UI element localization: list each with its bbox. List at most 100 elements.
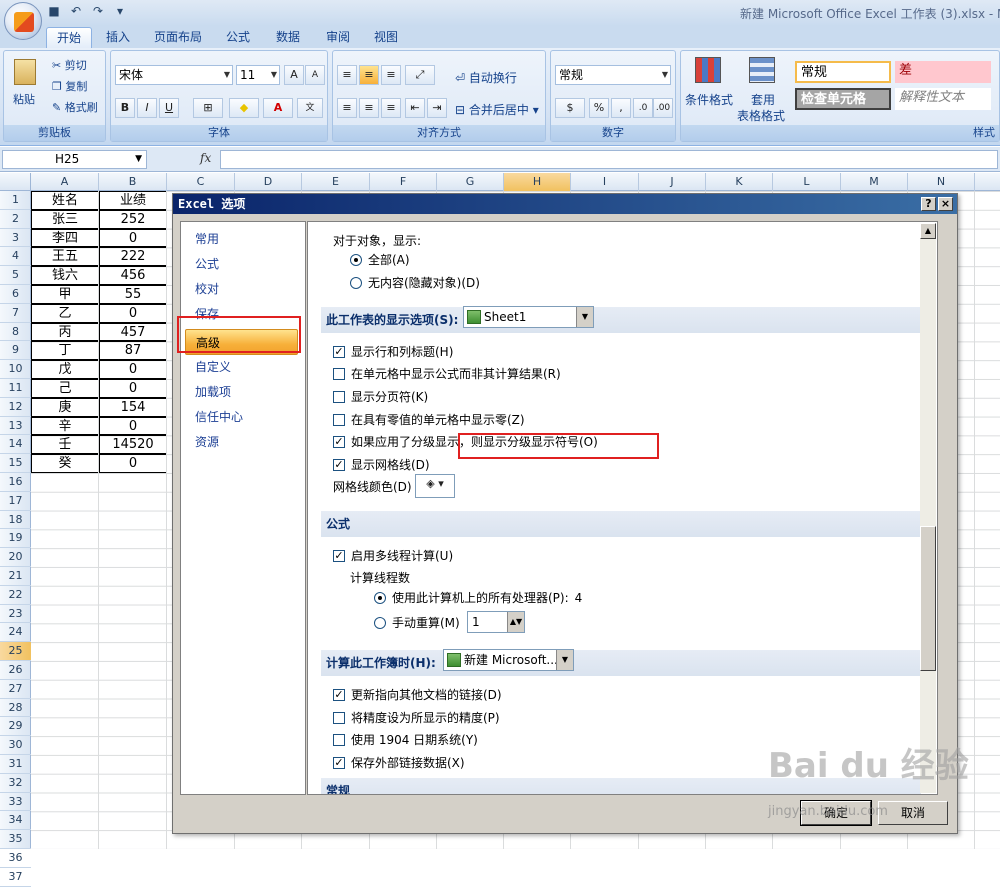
underline-button[interactable]: U <box>159 98 179 118</box>
tab-view[interactable]: 视图 <box>364 27 408 48</box>
table-format-button-2[interactable]: 表格格式 <box>737 107 785 124</box>
tab-home[interactable]: 开始 <box>46 27 93 48</box>
align-center-icon[interactable]: ≡ <box>359 98 379 118</box>
decrease-indent-icon[interactable]: ⇤ <box>405 98 425 118</box>
row-header[interactable]: 24 <box>0 623 31 643</box>
row-header[interactable]: 27 <box>0 680 31 699</box>
column-header[interactable]: A <box>31 173 99 191</box>
orientation-icon[interactable]: ⤢ <box>405 65 435 85</box>
table-cell[interactable]: 0 <box>99 228 167 248</box>
table-cell[interactable]: 252 <box>99 209 167 229</box>
tab-insert[interactable]: 插入 <box>96 27 140 48</box>
row-header[interactable]: 1 <box>0 191 31 210</box>
table-cell[interactable]: 钱六 <box>31 266 99 285</box>
help-icon[interactable]: ? <box>921 197 936 211</box>
manual-threads-spinner[interactable]: 1 ▲▼ <box>467 611 525 633</box>
table-cell[interactable]: 姓名 <box>31 191 99 210</box>
decrease-decimal-icon[interactable]: .00 <box>653 98 673 118</box>
format-painter-button[interactable]: ✎ 格式刷 <box>52 99 98 115</box>
undo-icon[interactable]: ↶ <box>68 4 84 22</box>
bold-button[interactable]: B <box>115 98 135 118</box>
row-header[interactable]: 22 <box>0 586 31 605</box>
column-header[interactable]: K <box>706 173 773 191</box>
row-header[interactable]: 18 <box>0 511 31 530</box>
row-header[interactable]: 11 <box>0 379 31 398</box>
table-cell[interactable]: 457 <box>99 322 167 342</box>
wrap-text-button[interactable]: ⏎ 自动换行 <box>455 69 517 86</box>
row-header[interactable]: 20 <box>0 548 31 567</box>
percent-button[interactable]: % <box>589 98 609 118</box>
column-header[interactable]: F <box>370 173 437 191</box>
table-cell[interactable]: 456 <box>99 266 167 285</box>
name-box[interactable]: H25 ▼ <box>2 150 147 169</box>
row-header[interactable]: 30 <box>0 736 31 755</box>
tab-data[interactable]: 数据 <box>266 27 310 48</box>
table-cell[interactable]: 222 <box>99 247 167 267</box>
manual-radio[interactable]: 手动重算(M) <box>374 614 460 631</box>
style-bad[interactable]: 差 <box>895 61 991 83</box>
style-check-cell[interactable]: 检查单元格 <box>795 88 891 110</box>
align-middle-icon[interactable]: ≡ <box>359 65 379 85</box>
italic-button[interactable]: I <box>137 98 157 118</box>
save-icon[interactable]: ■ <box>46 4 62 22</box>
row-header[interactable]: 9 <box>0 341 31 361</box>
conditional-format-button[interactable]: 条件格式 <box>685 91 733 108</box>
sheet-option-checkbox[interactable]: 在单元格中显示公式而非其计算结果(R) <box>333 365 561 382</box>
nav-item[interactable]: 常用 <box>195 230 219 247</box>
row-header[interactable]: 25 <box>0 642 31 661</box>
sheet-option-checkbox[interactable]: ✓ 显示行和列标题(H) <box>333 343 453 360</box>
table-cell[interactable]: 甲 <box>31 285 99 304</box>
content-scrollbar[interactable]: ▲ <box>920 223 936 793</box>
row-header[interactable]: 32 <box>0 774 31 793</box>
table-cell[interactable]: 0 <box>99 454 167 473</box>
nav-item[interactable]: 信任中心 <box>195 408 243 425</box>
comma-button[interactable]: , <box>611 98 631 118</box>
font-color-icon[interactable]: A <box>263 98 293 118</box>
workbook-select[interactable]: 新建 Microsoft... ▼ <box>443 649 574 671</box>
table-cell[interactable]: 154 <box>99 397 167 417</box>
multithread-checkbox[interactable]: ✓ 启用多线程计算(U) <box>333 547 453 564</box>
row-header[interactable]: 8 <box>0 323 31 342</box>
phonetic-icon[interactable]: 文 <box>297 98 323 118</box>
table-cell[interactable]: 55 <box>99 285 167 304</box>
column-header[interactable]: H <box>504 173 571 191</box>
row-header[interactable]: 16 <box>0 473 31 492</box>
row-header[interactable]: 19 <box>0 529 31 549</box>
increase-indent-icon[interactable]: ⇥ <box>427 98 447 118</box>
grow-font-button[interactable]: A <box>284 65 304 85</box>
nav-item[interactable]: 自定义 <box>195 358 231 375</box>
all-processors-radio[interactable]: 使用此计算机上的所有处理器(P): 4 <box>374 589 582 606</box>
merge-center-button[interactable]: ⊟ 合并后居中 ▾ <box>455 101 539 118</box>
row-header[interactable]: 29 <box>0 717 31 737</box>
nav-item[interactable]: 公式 <box>195 255 219 272</box>
increase-decimal-icon[interactable]: .0 <box>633 98 653 118</box>
table-cell[interactable]: 壬 <box>31 435 99 455</box>
tab-review[interactable]: 审阅 <box>316 27 360 48</box>
font-size-select[interactable]: 11 ▼ <box>236 65 280 85</box>
column-header[interactable]: I <box>571 173 639 191</box>
sheet-option-checkbox[interactable]: ✓ 显示网格线(D) <box>333 456 430 473</box>
table-cell[interactable]: 戊 <box>31 360 99 379</box>
calc-option-checkbox[interactable]: 将精度设为所显示的精度(P) <box>333 709 500 726</box>
table-cell[interactable]: 丁 <box>31 341 99 361</box>
nav-item[interactable]: 加载项 <box>195 383 231 400</box>
align-top-icon[interactable]: ≡ <box>337 65 357 85</box>
table-cell[interactable]: 0 <box>99 360 167 379</box>
row-header[interactable]: 6 <box>0 285 31 304</box>
table-cell[interactable]: 癸 <box>31 454 99 473</box>
column-header[interactable]: E <box>302 173 370 191</box>
table-cell[interactable]: 业绩 <box>99 191 167 210</box>
table-cell[interactable]: 87 <box>99 341 167 361</box>
nav-item[interactable]: 校对 <box>195 280 219 297</box>
font-name-select[interactable]: 宋体 ▼ <box>115 65 233 85</box>
fx-icon[interactable]: fx <box>200 151 211 165</box>
column-header[interactable]: J <box>639 173 706 191</box>
style-normal[interactable]: 常规 <box>795 61 891 83</box>
shrink-font-button[interactable]: A <box>305 65 325 85</box>
row-header[interactable]: 15 <box>0 454 31 473</box>
table-cell[interactable]: 乙 <box>31 303 99 323</box>
row-header[interactable]: 10 <box>0 360 31 379</box>
table-cell[interactable]: 0 <box>99 303 167 323</box>
number-format-select[interactable]: 常规 ▼ <box>555 65 671 85</box>
row-header[interactable]: 7 <box>0 304 31 323</box>
